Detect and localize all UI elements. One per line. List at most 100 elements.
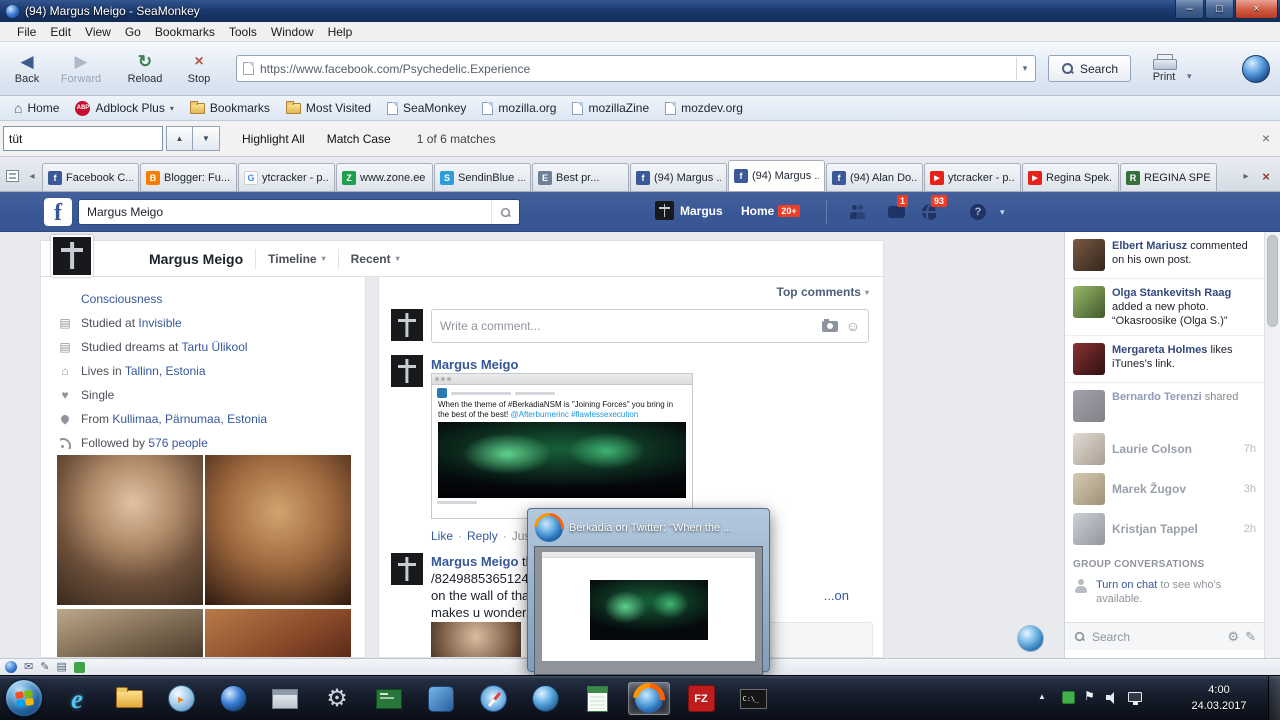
- profile-chip[interactable]: Margus: [655, 201, 723, 220]
- account-menu-caret[interactable]: ▾: [1000, 207, 1005, 218]
- find-input[interactable]: [3, 126, 163, 151]
- tray-app-icon[interactable]: [1062, 691, 1075, 704]
- forward-button[interactable]: ▶ Forward: [54, 44, 108, 94]
- taskbar-firefox-active[interactable]: [628, 682, 670, 715]
- gear-icon[interactable]: ⚙: [1227, 629, 1239, 645]
- tab-ytcracker-youtube[interactable]: ▶ytcracker - p...: [924, 163, 1021, 191]
- url-bar[interactable]: ▾: [236, 55, 1036, 82]
- taskbar-command-prompt[interactable]: C:\_: [732, 682, 774, 715]
- city-link[interactable]: Tallinn, Estonia: [125, 364, 206, 378]
- menu-view[interactable]: View: [78, 23, 118, 41]
- print-dropdown-caret[interactable]: ▾: [1187, 71, 1192, 82]
- navigator-icon[interactable]: [5, 661, 17, 673]
- reload-button[interactable]: ↻ Reload: [118, 44, 172, 94]
- tab-regina-spektor[interactable]: ▶Regina Spek...: [1022, 163, 1119, 191]
- menu-help[interactable]: Help: [321, 23, 360, 41]
- photo-4[interactable]: [205, 609, 351, 658]
- comment-input[interactable]: [440, 319, 814, 333]
- tab-margus-1[interactable]: f(94) Margus ...: [630, 163, 727, 191]
- photo-3[interactable]: [57, 609, 203, 658]
- taskbar-internet-explorer[interactable]: e: [56, 682, 98, 715]
- tab-margus-2-active[interactable]: f(94) Margus ...: [728, 160, 825, 191]
- url-input[interactable]: [254, 62, 1016, 76]
- ticker-story[interactable]: Olga Stankevitsh Raag added a new photo.…: [1065, 279, 1264, 336]
- taskbar-app-window[interactable]: [264, 682, 306, 715]
- tab-ytcracker-google[interactable]: Gytcracker - p...: [238, 163, 335, 191]
- attached-photo-thumb[interactable]: [431, 622, 521, 658]
- followers-link[interactable]: 576 people: [148, 436, 207, 450]
- tweet-screenshot-image[interactable]: When the theme of #BerkadiaNSM is "Joini…: [431, 373, 693, 519]
- taskbar-preview-popup[interactable]: Berkadia on Twitter: "When the ...: [527, 508, 770, 672]
- find-close-button[interactable]: ×: [1262, 130, 1270, 146]
- tab-zone-ee[interactable]: Zwww.zone.ee: [336, 163, 433, 191]
- post2-link[interactable]: ...on: [824, 587, 849, 604]
- photo-1[interactable]: [57, 455, 203, 605]
- taskbar-explorer[interactable]: [108, 682, 150, 715]
- highlight-all-toggle[interactable]: Highlight All: [242, 132, 305, 146]
- compose-icon[interactable]: ✎: [1245, 629, 1256, 645]
- post2-author-link[interactable]: Margus Meigo: [431, 554, 518, 569]
- chat-search-input[interactable]: [1092, 630, 1221, 644]
- taskbar-blue-app[interactable]: [420, 682, 462, 715]
- taskbar-seamonkey[interactable]: [212, 682, 254, 715]
- network-icon[interactable]: [1128, 692, 1142, 702]
- tab-best-pr[interactable]: EBest pr...: [532, 163, 629, 191]
- menu-window[interactable]: Window: [264, 23, 321, 41]
- bookmark-seamonkey[interactable]: SeaMonkey: [379, 98, 474, 118]
- post2-author-avatar[interactable]: [391, 553, 423, 585]
- search-button[interactable]: Search: [1048, 55, 1131, 82]
- recent-dropdown[interactable]: Recent▾: [351, 252, 400, 266]
- consciousness-link[interactable]: Consciousness: [81, 292, 162, 306]
- profile-name[interactable]: Margus Meigo: [149, 251, 243, 267]
- bookmark-mozillazine[interactable]: mozillaZine: [564, 98, 657, 118]
- help-button[interactable]: ?: [966, 203, 990, 221]
- tab-regina-spe[interactable]: RREGINA SPE...: [1120, 163, 1217, 191]
- composer-icon[interactable]: ✎: [40, 662, 49, 673]
- university-link[interactable]: Tartu Ülikool: [182, 340, 248, 354]
- taskbar-filezilla[interactable]: FZ: [680, 682, 722, 715]
- minimize-button[interactable]: –: [1175, 0, 1204, 19]
- taskbar-terminal-green[interactable]: [368, 682, 410, 715]
- hometown-link[interactable]: Kullimaa, Pärnumaa, Estonia: [112, 412, 267, 426]
- camera-icon[interactable]: [822, 321, 838, 332]
- bookmark-most-visited[interactable]: Most Visited: [278, 98, 379, 118]
- taskbar-compass-browser[interactable]: [472, 682, 514, 715]
- stop-button[interactable]: × Stop: [172, 44, 226, 94]
- match-case-toggle[interactable]: Match Case: [327, 132, 391, 146]
- reply-link[interactable]: Reply: [467, 529, 498, 543]
- print-button[interactable]: Print: [1141, 44, 1187, 94]
- show-desktop-button[interactable]: [1268, 676, 1280, 720]
- menu-edit[interactable]: Edit: [43, 23, 78, 41]
- preview-thumbnail[interactable]: [534, 546, 763, 675]
- action-center-icon[interactable]: ⚑: [1084, 689, 1095, 703]
- ticker-story[interactable]: Bernardo Terenzi shared: [1065, 383, 1264, 429]
- profile-avatar[interactable]: [51, 235, 93, 277]
- sort-selector[interactable]: Top comments ▾: [777, 285, 869, 299]
- url-dropdown-button[interactable]: ▾: [1016, 57, 1033, 80]
- smiley-icon[interactable]: ☺: [846, 319, 860, 333]
- bookmark-adblock-plus[interactable]: ABP Adblock Plus ▾: [67, 98, 181, 118]
- page-scrollbar[interactable]: [1264, 232, 1280, 658]
- tab-sendinblue[interactable]: SSendinBlue ...: [434, 163, 531, 191]
- home-link[interactable]: Home 20+: [741, 204, 800, 218]
- tab-list-button[interactable]: [2, 163, 22, 189]
- contact-row[interactable]: Kristjan Tappel 2h: [1065, 509, 1264, 549]
- menu-bookmarks[interactable]: Bookmarks: [148, 23, 222, 41]
- menu-go[interactable]: Go: [118, 23, 148, 41]
- studied-link[interactable]: Invisible: [138, 316, 181, 330]
- composer-box[interactable]: ☺: [431, 309, 869, 343]
- bookmark-mozdev-org[interactable]: mozdev.org: [657, 98, 751, 118]
- addressbook-icon[interactable]: ▤: [56, 662, 66, 673]
- post-author-link[interactable]: Margus Meigo: [431, 357, 518, 372]
- taskbar-settings[interactable]: ⚙: [316, 682, 358, 715]
- tab-scroll-left-button[interactable]: ◂: [22, 163, 42, 189]
- taskbar-spreadsheet[interactable]: [576, 682, 618, 715]
- contact-row[interactable]: Marek Žugov 3h: [1065, 469, 1264, 509]
- bookmark-home[interactable]: ⌂ Home: [6, 98, 67, 118]
- turn-on-chat-link[interactable]: Turn on chat: [1096, 579, 1157, 591]
- close-tab-button[interactable]: ×: [1256, 163, 1276, 189]
- facebook-logo[interactable]: f: [44, 198, 72, 226]
- tray-expand-button[interactable]: ▲: [1038, 692, 1046, 701]
- ticker-story[interactable]: Mergareta Holmes likes iTunes's link.: [1065, 336, 1264, 383]
- tab-alan-do[interactable]: f(94) Alan Do...: [826, 163, 923, 191]
